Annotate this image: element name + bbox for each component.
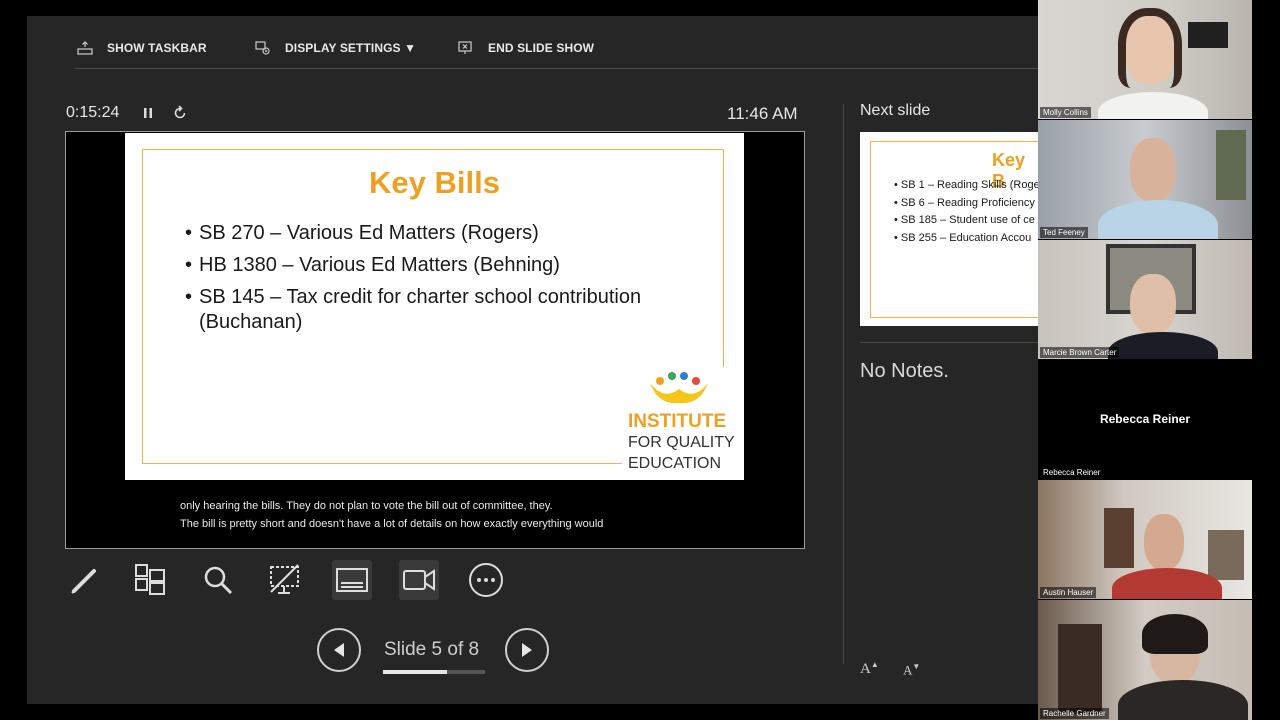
participant-video	[1098, 92, 1208, 119]
pen-icon	[71, 569, 96, 594]
increase-font-button[interactable]: A▲	[860, 660, 879, 678]
participant-video	[1142, 614, 1208, 654]
display-settings-label: DISPLAY SETTINGS ▼	[285, 41, 417, 55]
logo-line-3: EDUCATION	[628, 455, 722, 472]
slide-bullet: SB 145 – Tax credit for charter school c…	[185, 285, 685, 335]
participant-tile-rachelle-gardner[interactable]: Rachelle Gardner	[1038, 600, 1252, 720]
next-slide-bullets: SB 1 – Reading Skills (Roge SB 6 – Readi…	[894, 177, 1038, 247]
participant-tile-rebecca-reiner[interactable]: Rebecca Reiner Rebecca Reiner	[1038, 360, 1252, 479]
participant-tile-austin-hauser[interactable]: Austin Hauser	[1038, 480, 1252, 599]
show-taskbar-label: SHOW TASKBAR	[107, 41, 207, 55]
more-options-button[interactable]	[466, 560, 506, 600]
pane-divider[interactable]	[843, 104, 844, 664]
participant-video	[1058, 624, 1102, 714]
next-slide-bullet: SB 255 – Education Accou	[894, 230, 1038, 248]
slide-bullet: SB 270 – Various Ed Matters (Rogers)	[185, 221, 685, 246]
logo-line-2: FOR QUALITY	[628, 434, 735, 451]
slide-progress-bar	[383, 670, 485, 674]
taskbar-icon	[77, 41, 93, 55]
more-options-icon	[469, 563, 503, 597]
next-slide-preview[interactable]: Key B SB 1 – Reading Skills (Roge SB 6 –…	[860, 132, 1038, 326]
decrease-font-button[interactable]: A▼	[903, 662, 920, 678]
slide-counter[interactable]: Slide 5 of 8	[384, 639, 479, 661]
magnifier-icon	[204, 566, 233, 595]
pen-tool-button[interactable]	[65, 560, 105, 600]
institute-logo: INSTITUTE FOR QUALITY EDUCATION	[622, 367, 744, 480]
participant-name: Ted Feeney	[1040, 227, 1088, 238]
triangle-left-icon	[334, 643, 344, 657]
participant-video	[1130, 274, 1176, 334]
decrease-font-label: A	[903, 662, 913, 678]
display-settings-button[interactable]: DISPLAY SETTINGS ▼	[255, 40, 416, 56]
participant-video	[1118, 680, 1248, 720]
show-taskbar-button[interactable]: SHOW TASKBAR	[77, 40, 207, 56]
next-slide-label: Next slide	[860, 102, 931, 119]
increase-font-label: A	[860, 661, 871, 677]
end-slide-show-button[interactable]: END SLIDE SHOW	[458, 40, 594, 56]
participant-tile-marcie-brown-carter[interactable]: Marcie Brown Carter	[1038, 240, 1252, 359]
next-slide-bullet: SB 185 – Student use of ce	[894, 212, 1038, 230]
current-slide-frame[interactable]: Key Bills SB 270 – Various Ed Matters (R…	[65, 131, 805, 549]
grid-slides-icon	[135, 564, 165, 595]
slide-bullet: HB 1380 – Various Ed Matters (Behning)	[185, 253, 685, 278]
participant-name: Marcie Brown Carter	[1040, 347, 1120, 358]
participant-name: Rebecca Reiner	[1040, 467, 1104, 478]
live-captions: only hearing the bills. They do not plan…	[180, 497, 780, 533]
logo-figures-icon	[650, 372, 708, 404]
participant-video	[1130, 138, 1176, 202]
caption-line: only hearing the bills. They do not plan…	[180, 500, 553, 512]
end-slide-show-label: END SLIDE SHOW	[488, 41, 595, 55]
participant-video	[1188, 22, 1228, 48]
participant-name: Molly Collins	[1040, 107, 1091, 118]
current-time: 11:46 AM	[727, 104, 798, 123]
participant-video	[1144, 514, 1184, 570]
previous-slide-button[interactable]	[317, 628, 361, 672]
display-settings-icon	[255, 41, 270, 55]
elapsed-timer: 0:15:24	[66, 104, 120, 121]
slide-title: Key Bills	[369, 165, 500, 200]
next-slide-bullet: SB 1 – Reading Skills (Roge	[894, 177, 1038, 195]
next-slide-bullet: SB 6 – Reading Proficiency	[894, 195, 1038, 213]
subtitles-button[interactable]	[332, 560, 372, 600]
participant-video	[1104, 508, 1134, 568]
slide-bullets: SB 270 – Various Ed Matters (Rogers) HB …	[185, 221, 685, 342]
participant-video	[1112, 568, 1222, 599]
participant-video	[1098, 200, 1218, 239]
black-screen-button[interactable]	[265, 560, 305, 600]
participant-name: Rachelle Gardner	[1040, 708, 1109, 719]
participant-video	[1208, 530, 1244, 580]
logo-line-1: INSTITUTE	[628, 411, 727, 432]
subtitles-icon	[336, 568, 368, 592]
camera-button[interactable]	[399, 560, 439, 600]
restart-timer-icon[interactable]	[172, 105, 188, 121]
black-screen-icon	[270, 564, 299, 594]
participant-video	[1108, 332, 1218, 359]
pause-icon[interactable]	[140, 105, 156, 121]
notes-divider	[860, 342, 1038, 343]
participant-tile-molly-collins[interactable]: Molly Collins	[1038, 0, 1252, 119]
end-show-icon	[458, 41, 472, 54]
presenter-view: SHOW TASKBAR DISPLAY SETTINGS ▼ END SLID…	[27, 16, 1038, 704]
triangle-right-icon	[522, 643, 532, 657]
caption-line: The bill is pretty short and doesn't hav…	[180, 518, 604, 530]
next-slide-button[interactable]	[505, 628, 549, 672]
participant-video	[1118, 8, 1182, 88]
speaker-notes[interactable]: No Notes.	[860, 360, 949, 383]
camera-icon	[403, 569, 435, 591]
current-slide: Key Bills SB 270 – Various Ed Matters (R…	[125, 133, 744, 480]
see-all-slides-button[interactable]	[131, 560, 171, 600]
slide-progress-fill	[383, 670, 447, 674]
participant-tile-ted-feeney[interactable]: Ted Feeney	[1038, 120, 1252, 239]
toolbar-divider	[75, 68, 1038, 69]
zoom-button[interactable]	[198, 560, 238, 600]
participant-video	[1216, 130, 1246, 200]
participant-center-name: Rebecca Reiner	[1099, 412, 1191, 426]
participant-name: Austin Hauser	[1040, 587, 1097, 598]
